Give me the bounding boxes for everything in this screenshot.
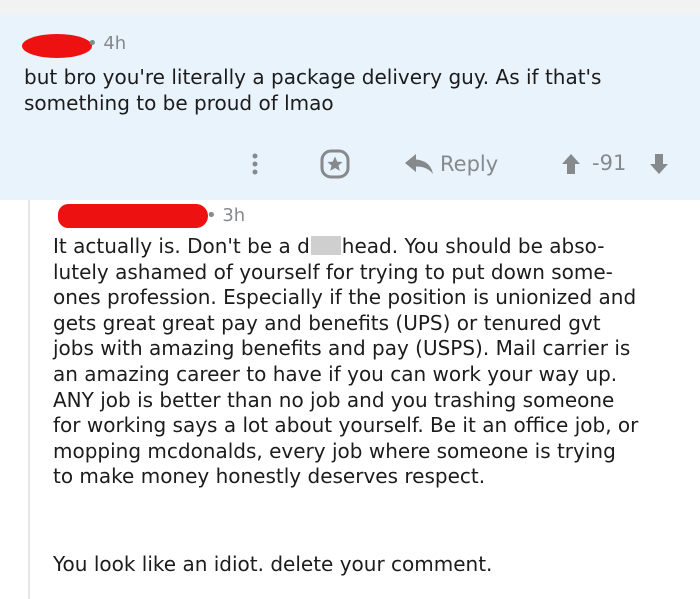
- comment-line: It actually is. Don't be a d head. You sh…: [53, 234, 638, 260]
- reply-button[interactable]: Reply: [404, 148, 498, 180]
- comment-line: gets great great pay and benefits (UPS) …: [53, 310, 601, 335]
- thread-line[interactable]: [28, 200, 30, 599]
- redacted-username: [22, 34, 92, 58]
- comment-text: head. You should be abso-: [341, 234, 605, 258]
- comment-line: to make money honestly deserves respect.: [53, 464, 486, 489]
- comment-line: something to be proud of lmao: [24, 90, 334, 115]
- award-icon: [320, 149, 350, 179]
- reply-closing-line: You look like an idiot. delete your comm…: [53, 552, 493, 576]
- comment-line: but bro you're literally a package deliv…: [24, 65, 602, 89]
- award-button[interactable]: [319, 148, 351, 180]
- comment-line: lutely ashamed of yourself for trying to…: [53, 259, 613, 284]
- downvote-button[interactable]: [648, 152, 670, 176]
- comment-line: for working says a lot about yourself. B…: [53, 413, 639, 438]
- reply-time: 3h: [222, 205, 246, 226]
- comment-line: ones profession. Especially if the posit…: [53, 285, 637, 310]
- comment-line: mopping mcdonalds, every job where someo…: [53, 438, 616, 463]
- top-strip: [0, 0, 700, 14]
- comment-text: It actually is. Don't be a d: [53, 234, 310, 258]
- reply-arrow-icon: [405, 154, 433, 174]
- comment-line: ANY job is better than no job and you tr…: [53, 387, 615, 412]
- meta-dot: •: [87, 33, 104, 54]
- comment-meta: • 4h: [87, 33, 126, 54]
- comment-body: but bro you're literally a package deliv…: [24, 65, 601, 116]
- reply-body: It actually is. Don't be a d head. You sh…: [53, 234, 638, 490]
- comment-line: an amazing career to have if you can wor…: [53, 361, 618, 386]
- upvote-arrow-icon: [562, 154, 580, 174]
- vote-score: -91: [592, 151, 627, 175]
- more-options-button[interactable]: [245, 150, 265, 178]
- more-vertical-icon: [252, 153, 258, 175]
- reply-label: Reply: [440, 152, 499, 176]
- parent-comment: • 4h but bro you're literally a package …: [0, 14, 700, 200]
- meta-dot: •: [206, 205, 223, 226]
- downvote-arrow-icon: [650, 154, 668, 174]
- redacted-username: [58, 204, 208, 228]
- comment-time: 4h: [103, 33, 127, 54]
- comment-line: jobs with amazing benefits and pay (USPS…: [53, 336, 631, 361]
- censor-block: [310, 236, 341, 255]
- upvote-button[interactable]: [560, 152, 582, 176]
- reply-meta: • 3h: [206, 205, 245, 226]
